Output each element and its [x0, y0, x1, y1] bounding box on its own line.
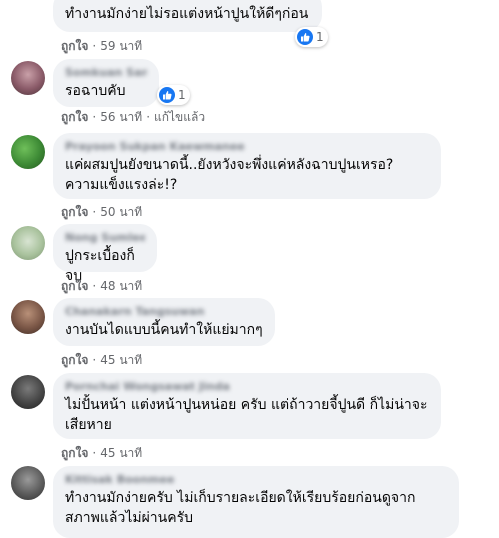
comment-actions: ถูกใจ · 50 นาที: [61, 205, 142, 219]
avatar[interactable]: [11, 61, 45, 95]
separator-dot: ·: [92, 205, 97, 219]
like-link[interactable]: ถูกใจ: [61, 353, 88, 367]
like-link[interactable]: ถูกใจ: [61, 279, 88, 293]
comment-time[interactable]: 45 นาที: [100, 446, 142, 460]
comment-bubble: Chanakarn Tangsuwan งานบันไดแบบนี้คนทำให…: [53, 298, 275, 346]
comment-bubble: Somkuan Sangkhawet รอฉาบคับ: [53, 59, 159, 107]
comment-text: แค่ผสมปูนยังขนาดนี้..ยังหวังจะพึ่งแค่หลั…: [65, 157, 398, 193]
comment-actions: ถูกใจ · 45 นาที: [61, 353, 142, 367]
comment-author[interactable]: Chanakarn Tangsuwan: [65, 305, 263, 318]
comment-author[interactable]: Somkuan Sangkhawet: [65, 66, 147, 79]
comment-time[interactable]: 45 นาที: [100, 353, 142, 367]
avatar[interactable]: [11, 226, 45, 260]
separator-dot: ·: [92, 110, 97, 124]
comment-author[interactable]: Pornchai Wongsawat Jinda: [65, 380, 429, 393]
edited-label[interactable]: แก้ไขแล้ว: [154, 110, 205, 124]
reaction-count: 1: [316, 30, 324, 44]
comment-actions: ถูกใจ · 59 นาที: [61, 39, 142, 53]
comment-author[interactable]: Prayoon Sukpan Kaewmanee: [65, 140, 429, 153]
avatar[interactable]: [11, 300, 45, 334]
comment-text: ไม่ปั้นหน้า แต่งหน้าปูนหน่อย ครับ แต่ถ้า…: [65, 397, 428, 433]
comment-time[interactable]: 56 นาที: [100, 110, 142, 124]
like-link[interactable]: ถูกใจ: [61, 205, 88, 219]
avatar[interactable]: [11, 135, 45, 169]
avatar[interactable]: [11, 375, 45, 409]
comment-bubble: Pornchai Wongsawat Jinda ไม่ปั้นหน้า แต่…: [53, 373, 441, 439]
comment-time[interactable]: 48 นาที: [100, 279, 142, 293]
separator-dot: ·: [92, 279, 97, 293]
comment-text: งานบันไดแบบนี้คนทำให้แย่มากๆ: [65, 322, 263, 338]
separator-dot: ·: [92, 353, 97, 367]
comment-actions: ถูกใจ · 56 นาที · แก้ไขแล้ว: [61, 110, 205, 124]
like-link[interactable]: ถูกใจ: [61, 39, 88, 53]
reaction-count: 1: [178, 88, 186, 102]
avatar[interactable]: [11, 466, 45, 500]
reaction-summary[interactable]: 1: [157, 85, 190, 105]
comment-time[interactable]: 50 นาที: [100, 205, 142, 219]
thumbs-up-icon: [297, 29, 313, 45]
comment-bubble: Prayoon Sukpan Kaewmanee แค่ผสมปูนยังขนา…: [53, 133, 441, 199]
comment-author[interactable]: Nong Sumlee: [65, 231, 145, 244]
separator-dot: ·: [92, 39, 97, 53]
reaction-summary[interactable]: 1: [295, 27, 328, 47]
comment-text: ทำงานมักง่ายไม่รอแต่งหน้าปูนให้ดีๆก่อน: [65, 6, 309, 22]
comment-text: รอฉาบคับ: [65, 83, 126, 99]
comment-author[interactable]: Kittisak Boonmee: [65, 473, 447, 486]
comment-actions: ถูกใจ · 48 นาที: [61, 279, 142, 293]
separator-dot: ·: [146, 110, 151, 124]
comment-bubble: Nong Sumlee ปูกระเบื้องก็จบ: [53, 224, 157, 284]
like-link[interactable]: ถูกใจ: [61, 110, 88, 124]
comment-bubble: ทำงานมักง่ายไม่รอแต่งหน้าปูนให้ดีๆก่อน: [53, 0, 322, 32]
comment-bubble: Kittisak Boonmee ทำงานมักง่ายครับ ไม่เก็…: [53, 466, 459, 538]
comment-text: ทำงานมักง่ายครับ ไม่เก็บรายละเอียดให้เรี…: [65, 490, 416, 526]
separator-dot: ·: [92, 446, 97, 460]
thumbs-up-icon: [159, 87, 175, 103]
comment-actions: ถูกใจ · 45 นาที: [61, 446, 142, 460]
like-link[interactable]: ถูกใจ: [61, 446, 88, 460]
comment-time[interactable]: 59 นาที: [100, 39, 142, 53]
comment-thread: ทำงานมักง่ายไม่รอแต่งหน้าปูนให้ดีๆก่อน 1…: [0, 0, 499, 538]
